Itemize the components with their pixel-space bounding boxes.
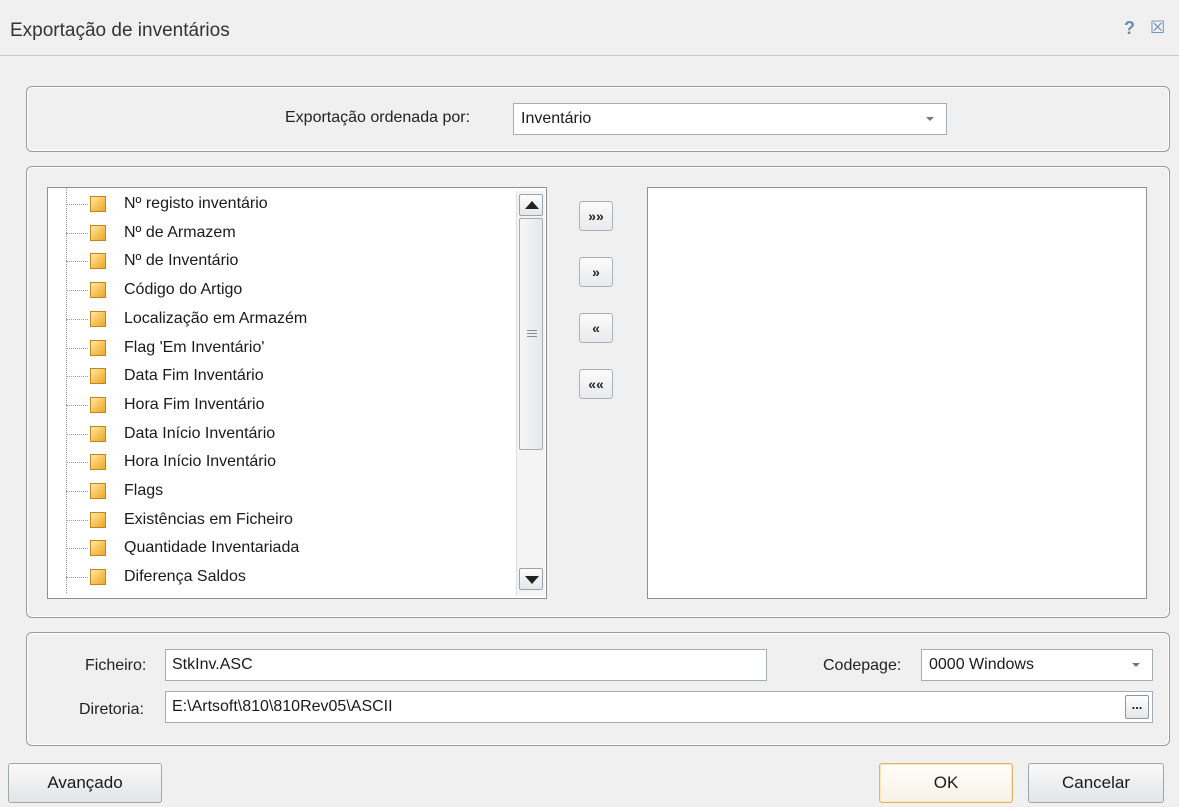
- tree-connector: [66, 204, 88, 205]
- tree-connector: [66, 548, 88, 550]
- list-item[interactable]: Nº registo inventário: [48, 191, 508, 219]
- sort-label: Exportação ordenada por:: [285, 109, 471, 126]
- list-item[interactable]: Nº de Armazem: [48, 220, 508, 248]
- field-checkbox-icon[interactable]: [90, 282, 106, 299]
- field-checkbox-icon[interactable]: [90, 454, 106, 471]
- directory-input[interactable]: E:\Artsoft\810\810Rev05\ASCII ...: [165, 691, 1153, 723]
- field-checkbox-icon[interactable]: [90, 569, 106, 586]
- add-button[interactable]: »: [579, 257, 613, 287]
- grip-line: [527, 333, 537, 334]
- field-checkbox-icon[interactable]: [90, 196, 106, 212]
- field-label: Data Fim Inventário: [124, 367, 264, 385]
- scroll-up-button[interactable]: [519, 194, 543, 216]
- tree-connector: [66, 433, 88, 435]
- field-checkbox-icon[interactable]: [90, 339, 106, 356]
- field-label: Diferença Saldos: [124, 568, 246, 586]
- advanced-button[interactable]: Avançado: [8, 763, 162, 803]
- field-checkbox-icon[interactable]: [90, 540, 106, 557]
- field-label: Hora Início Inventário: [124, 453, 277, 471]
- arrow-up-icon: [525, 201, 539, 209]
- field-checkbox-icon[interactable]: [90, 425, 106, 442]
- tree-connector: [66, 376, 88, 378]
- field-label: Flags: [124, 482, 164, 499]
- codepage-value: 0000 Windows: [929, 656, 1034, 673]
- file-label: Ficheiro:: [85, 657, 147, 674]
- field-label: Nº registo inventário: [124, 195, 268, 212]
- list-item[interactable]: Nº de Inventário: [48, 248, 508, 276]
- tree-connector: [66, 290, 88, 292]
- field-label: Localização em Armazém: [124, 309, 308, 327]
- field-label: Flag 'Em Inventário': [124, 338, 265, 356]
- field-label: Hora Fim Inventário: [124, 395, 265, 413]
- list-item[interactable]: Flag 'Em Inventário': [48, 335, 508, 363]
- field-checkbox-icon[interactable]: [90, 483, 106, 499]
- file-input[interactable]: StkInv.ASC: [165, 649, 767, 681]
- field-checkbox-icon[interactable]: [90, 253, 106, 270]
- vertical-scrollbar[interactable]: [516, 191, 545, 596]
- tree-connector: [66, 232, 88, 234]
- cancel-button[interactable]: Cancelar: [1028, 763, 1164, 803]
- tree-connector: [66, 462, 88, 464]
- field-checkbox-icon[interactable]: [90, 396, 106, 413]
- field-checkbox-icon[interactable]: [90, 224, 106, 241]
- codepage-combobox[interactable]: 0000 Windows: [921, 649, 1153, 681]
- window-title: Exportação de inventários: [10, 20, 230, 41]
- directory-value: E:\Artsoft\810\810Rev05\ASCII: [172, 698, 393, 715]
- help-icon[interactable]: ?: [1124, 18, 1135, 39]
- tree-connector: [66, 577, 88, 579]
- file-group: Ficheiro: StkInv.ASC Codepage: 0000 Wind…: [26, 632, 1170, 746]
- sort-value: Inventário: [521, 110, 592, 127]
- ok-button[interactable]: OK: [879, 763, 1013, 803]
- add-all-button[interactable]: »»: [579, 201, 613, 231]
- field-checkbox-icon[interactable]: [90, 511, 106, 528]
- title-separator: [0, 55, 1179, 56]
- field-label: Nº de Armazem: [124, 223, 236, 241]
- tree-connector: [66, 519, 88, 521]
- sort-group: Exportação ordenada por: Inventário: [26, 86, 1170, 152]
- sort-combobox[interactable]: Inventário: [513, 103, 947, 135]
- arrow-down-icon: [525, 576, 539, 584]
- field-label: Existências em Ficheiro: [124, 510, 293, 528]
- list-item[interactable]: Existências em Ficheiro: [48, 507, 508, 535]
- list-item[interactable]: Flags: [48, 478, 508, 506]
- fields-group: Nº registo inventário Nº de Armazem Nº de …: [26, 166, 1170, 618]
- available-fields-list[interactable]: Nº registo inventário Nº de Armazem Nº de …: [47, 187, 547, 599]
- tree-connector: [66, 347, 88, 349]
- list-item[interactable]: Hora Fim Inventário: [48, 392, 508, 420]
- field-label: Nº de Inventário: [124, 252, 239, 270]
- selected-fields-list[interactable]: [647, 187, 1147, 599]
- field-label: Quantidade Inventariada: [124, 539, 300, 557]
- file-value: StkInv.ASC: [172, 656, 253, 673]
- tree-connector: [66, 404, 88, 406]
- field-checkbox-icon[interactable]: [90, 310, 106, 327]
- grip-line: [527, 336, 537, 337]
- codepage-label: Codepage:: [823, 657, 902, 674]
- close-icon[interactable]: ☒: [1150, 18, 1165, 38]
- title-bar: Exportação de inventários ? ☒: [0, 0, 1179, 56]
- scroll-down-button[interactable]: [519, 568, 543, 590]
- list-item[interactable]: Localização em Armazém: [48, 306, 508, 334]
- directory-label: Diretoria:: [79, 701, 144, 718]
- scroll-thumb[interactable]: [519, 218, 543, 450]
- browse-button[interactable]: ...: [1125, 695, 1149, 719]
- remove-button[interactable]: «: [579, 313, 613, 343]
- field-label: Data Início Inventário: [124, 424, 276, 442]
- list-item[interactable]: Diferença Saldos: [48, 564, 508, 592]
- field-checkbox-icon[interactable]: [90, 368, 106, 385]
- list-item[interactable]: Hora Início Inventário: [48, 449, 508, 477]
- tree-connector: [66, 318, 88, 320]
- list-item[interactable]: Quantidade Inventariada: [48, 535, 508, 563]
- list-item[interactable]: Data Início Inventário: [48, 421, 508, 449]
- field-label: Código do Artigo: [124, 281, 243, 299]
- remove-all-button[interactable]: ««: [579, 369, 613, 399]
- tree-connector: [66, 491, 88, 492]
- grip-line: [527, 330, 537, 331]
- chevron-down-icon: [926, 117, 934, 121]
- list-item[interactable]: Data Fim Inventário: [48, 363, 508, 391]
- chevron-down-icon: [1132, 663, 1140, 667]
- list-item[interactable]: Código do Artigo: [48, 277, 508, 305]
- tree-connector: [66, 261, 88, 263]
